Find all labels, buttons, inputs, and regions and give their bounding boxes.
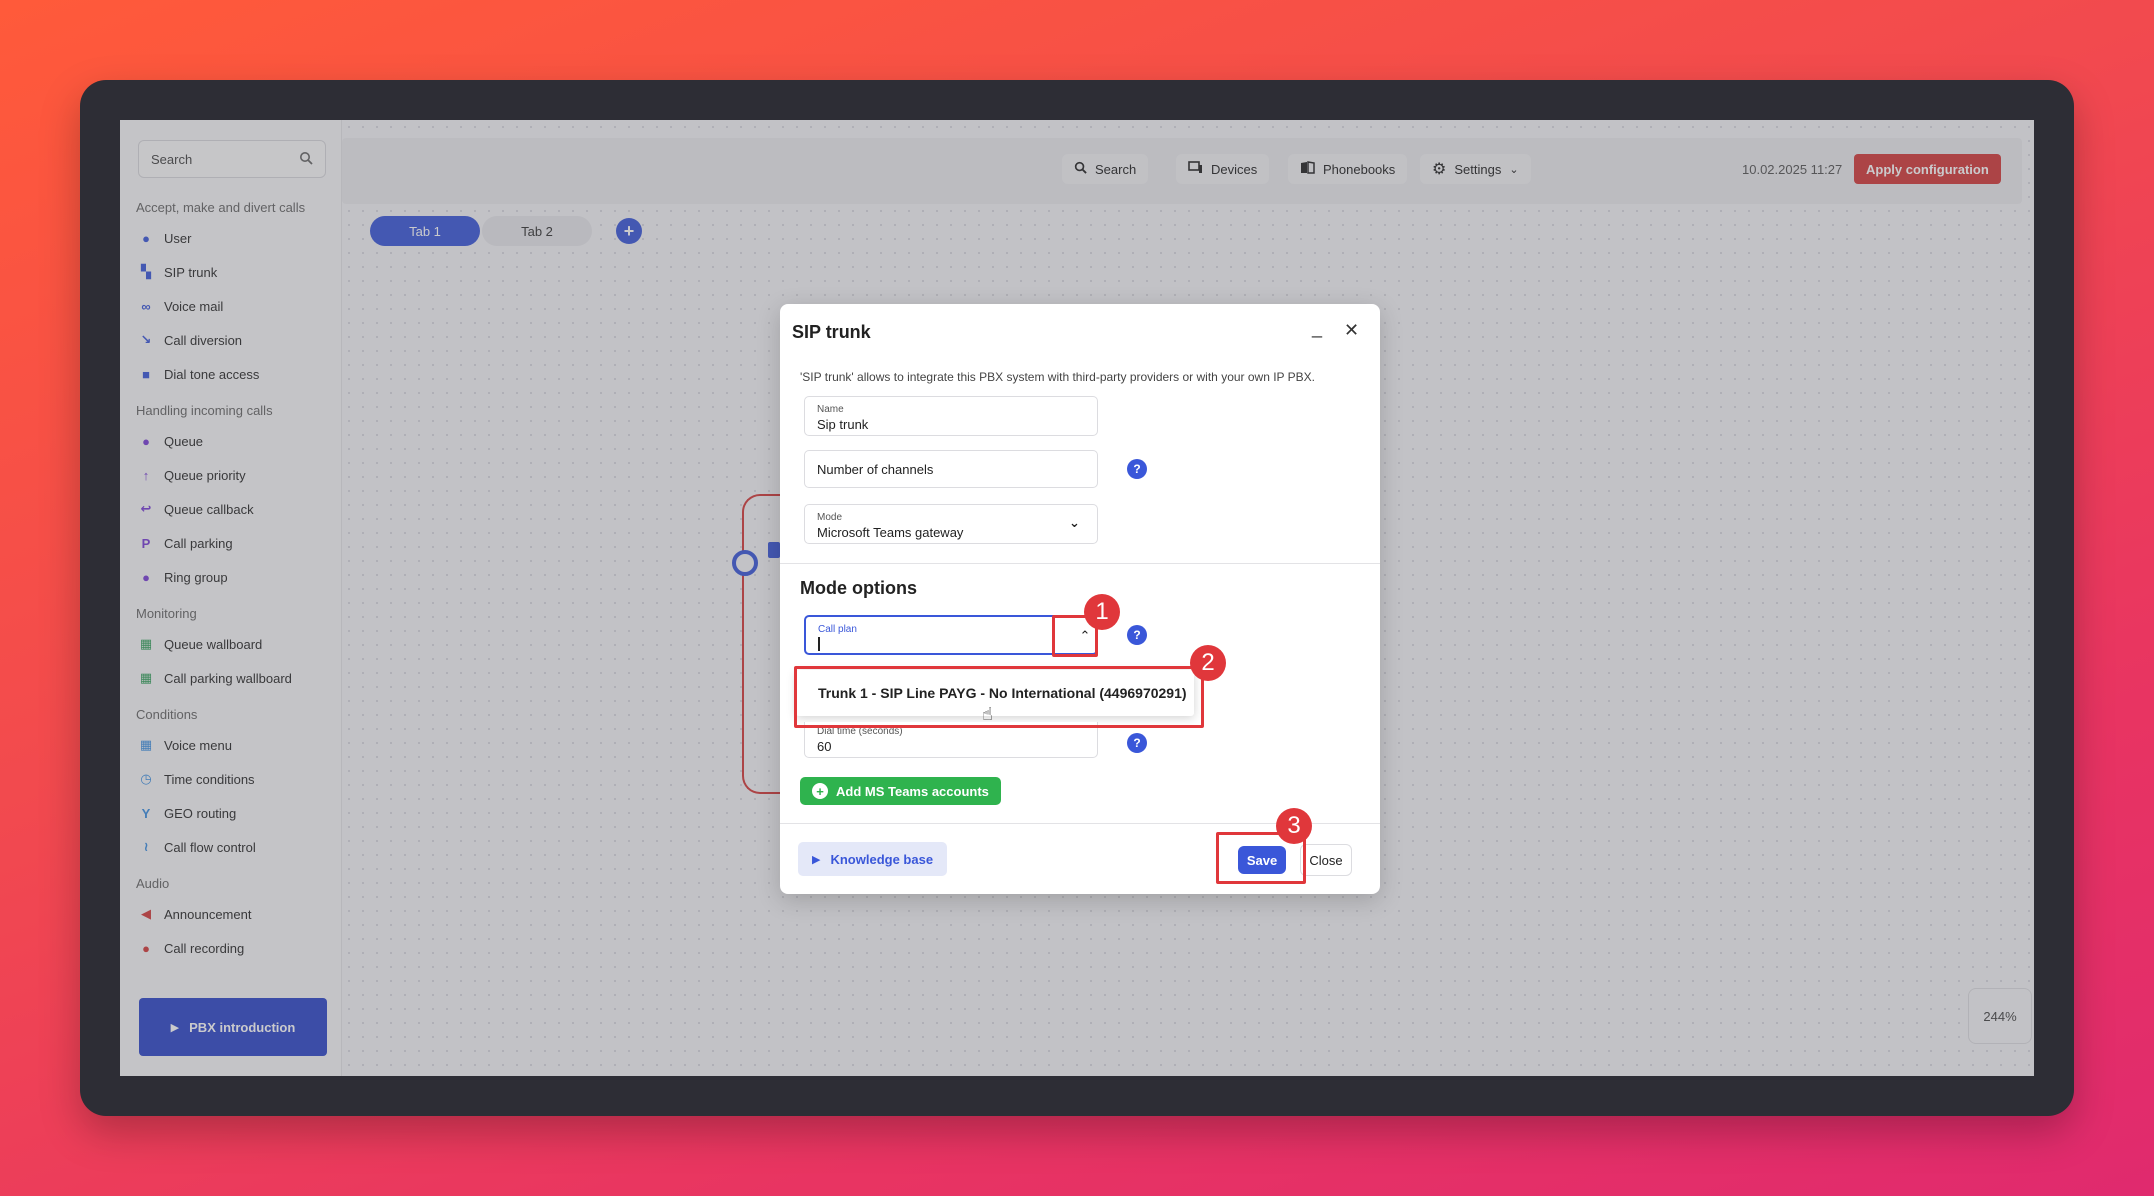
name-field-label: Name bbox=[817, 404, 844, 415]
play-icon: ▶ bbox=[812, 853, 821, 866]
mode-select[interactable]: Mode Microsoft Teams gateway ⌄ bbox=[804, 504, 1098, 544]
device-frame: Search Accept, make and divert calls ● Use… bbox=[80, 80, 2074, 1116]
help-icon[interactable]: ? bbox=[1127, 733, 1147, 753]
dialog-title: SIP trunk bbox=[792, 322, 871, 342]
knowledge-base-label: Knowledge base bbox=[830, 851, 934, 867]
help-icon[interactable]: ? bbox=[1127, 625, 1147, 645]
annotation-badge-1: 1 bbox=[1084, 594, 1120, 630]
number-of-channels-field[interactable]: Number of channels bbox=[804, 450, 1098, 488]
text-cursor bbox=[818, 637, 820, 651]
mode-field-value: Microsoft Teams gateway bbox=[817, 525, 964, 540]
channels-placeholder: Number of channels bbox=[817, 462, 934, 477]
mode-field-label: Mode bbox=[817, 512, 843, 523]
call-plan-label: Call plan bbox=[818, 624, 857, 635]
dialog-description: 'SIP trunk' allows to integrate this PBX… bbox=[800, 370, 1316, 384]
close-button[interactable]: Close bbox=[1300, 844, 1352, 876]
plus-icon: + bbox=[812, 783, 828, 799]
help-icon[interactable]: ? bbox=[1127, 459, 1147, 479]
mode-options-title: Mode options bbox=[800, 578, 917, 598]
minimize-icon[interactable]: _ bbox=[1312, 318, 1322, 339]
app-screen: Search Accept, make and divert calls ● Use… bbox=[120, 120, 2034, 1076]
annotation-highlight-2 bbox=[794, 666, 1204, 728]
name-field-value: Sip trunk bbox=[817, 417, 869, 432]
add-ms-teams-label: Add MS Teams accounts bbox=[836, 783, 989, 799]
section-divider bbox=[780, 563, 1380, 564]
chevron-down-icon: ⌄ bbox=[1069, 515, 1080, 530]
sip-trunk-dialog: SIP trunk _ ✕ 'SIP trunk' allows to inte… bbox=[780, 304, 1380, 894]
annotation-badge-2: 2 bbox=[1190, 645, 1226, 681]
annotation-badge-3: 3 bbox=[1276, 808, 1312, 844]
add-ms-teams-accounts-button[interactable]: + Add MS Teams accounts bbox=[800, 777, 1001, 805]
close-icon[interactable]: ✕ bbox=[1344, 320, 1359, 341]
knowledge-base-button[interactable]: ▶ Knowledge base bbox=[798, 842, 948, 876]
dial-time-value: 60 bbox=[817, 739, 832, 754]
name-field[interactable]: Name Sip trunk bbox=[804, 396, 1098, 436]
